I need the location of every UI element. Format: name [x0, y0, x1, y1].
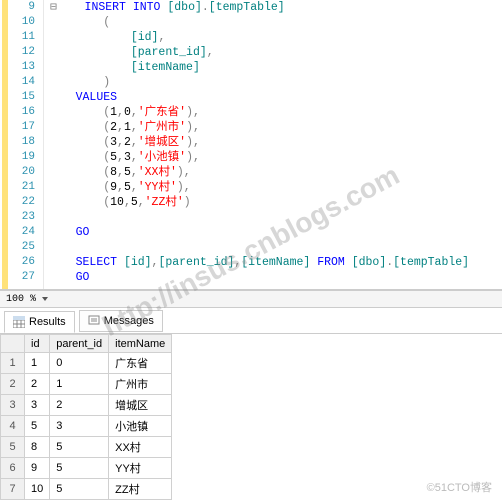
code-area[interactable]: ⊟ INSERT INTO [dbo].[tempTable] ( [id], …: [44, 0, 502, 289]
row-header[interactable]: 7: [1, 479, 25, 500]
zoom-value[interactable]: 100 %: [6, 294, 36, 305]
fold-icon[interactable]: ⊟: [50, 0, 57, 15]
table-row[interactable]: 221广州市: [1, 374, 172, 395]
row-header[interactable]: 3: [1, 395, 25, 416]
line-number-gutter: 9101112131415161718192021222324252627: [0, 0, 44, 289]
tab-results[interactable]: Results: [4, 311, 75, 333]
cell-itemname[interactable]: ZZ村: [109, 479, 172, 500]
code-line[interactable]: GO: [48, 225, 502, 240]
code-line[interactable]: ⊟ INSERT INTO [dbo].[tempTable]: [48, 0, 502, 15]
code-line[interactable]: (9,5,'YY村'),: [48, 180, 502, 195]
cell-id[interactable]: 2: [25, 374, 50, 395]
cell-itemname[interactable]: XX村: [109, 437, 172, 458]
code-line[interactable]: (3,2,'增城区'),: [48, 135, 502, 150]
cell-id[interactable]: 9: [25, 458, 50, 479]
row-header[interactable]: 6: [1, 458, 25, 479]
cell-parent-id[interactable]: 5: [50, 437, 109, 458]
code-line[interactable]: (2,1,'广州市'),: [48, 120, 502, 135]
table-row[interactable]: 695YY村: [1, 458, 172, 479]
tab-results-label: Results: [29, 316, 66, 328]
cell-id[interactable]: 3: [25, 395, 50, 416]
table-row[interactable]: 332增城区: [1, 395, 172, 416]
sql-editor[interactable]: 9101112131415161718192021222324252627 ⊟ …: [0, 0, 502, 290]
code-line[interactable]: (5,3,'小池镇'),: [48, 150, 502, 165]
tab-messages[interactable]: Messages: [79, 310, 163, 332]
cell-id[interactable]: 8: [25, 437, 50, 458]
code-line[interactable]: [itemName]: [48, 60, 502, 75]
cell-id[interactable]: 10: [25, 479, 50, 500]
table-row[interactable]: 585XX村: [1, 437, 172, 458]
code-line[interactable]: (8,5,'XX村'),: [48, 165, 502, 180]
cell-itemname[interactable]: YY村: [109, 458, 172, 479]
cell-parent-id[interactable]: 5: [50, 479, 109, 500]
cell-parent-id[interactable]: 5: [50, 458, 109, 479]
code-line[interactable]: [48, 240, 502, 255]
change-marker: [2, 0, 8, 289]
row-header[interactable]: 2: [1, 374, 25, 395]
chevron-down-icon[interactable]: [42, 297, 48, 301]
column-header[interactable]: id: [25, 335, 50, 353]
cell-id[interactable]: 1: [25, 353, 50, 374]
column-header[interactable]: itemName: [109, 335, 172, 353]
results-grid[interactable]: idparent_iditemName110广东省221广州市332增城区453…: [0, 334, 502, 500]
code-line[interactable]: VALUES: [48, 90, 502, 105]
cell-parent-id[interactable]: 0: [50, 353, 109, 374]
cell-parent-id[interactable]: 2: [50, 395, 109, 416]
zoom-bar: 100 %: [0, 290, 502, 308]
cell-parent-id[interactable]: 3: [50, 416, 109, 437]
code-line[interactable]: [parent_id],: [48, 45, 502, 60]
cell-itemname[interactable]: 广东省: [109, 353, 172, 374]
row-header[interactable]: 1: [1, 353, 25, 374]
table-row[interactable]: 7105ZZ村: [1, 479, 172, 500]
row-header[interactable]: 5: [1, 437, 25, 458]
column-header[interactable]: parent_id: [50, 335, 109, 353]
messages-icon: [88, 315, 100, 327]
result-tabs: Results Messages: [0, 308, 502, 334]
code-line[interactable]: SELECT [id],[parent_id],[itemName] FROM …: [48, 255, 502, 270]
table-row[interactable]: 110广东省: [1, 353, 172, 374]
code-line[interactable]: (1,0,'广东省'),: [48, 105, 502, 120]
row-header[interactable]: 4: [1, 416, 25, 437]
cell-itemname[interactable]: 小池镇: [109, 416, 172, 437]
code-line[interactable]: (10,5,'ZZ村'): [48, 195, 502, 210]
grid-corner[interactable]: [1, 335, 25, 353]
cell-id[interactable]: 5: [25, 416, 50, 437]
footer-attribution: ©51CTO博客: [427, 479, 492, 495]
table-row[interactable]: 453小池镇: [1, 416, 172, 437]
cell-parent-id[interactable]: 1: [50, 374, 109, 395]
tab-messages-label: Messages: [104, 315, 154, 327]
code-line[interactable]: GO: [48, 270, 502, 285]
cell-itemname[interactable]: 增城区: [109, 395, 172, 416]
code-line[interactable]: ): [48, 75, 502, 90]
cell-itemname[interactable]: 广州市: [109, 374, 172, 395]
code-line[interactable]: (: [48, 15, 502, 30]
code-line[interactable]: [id],: [48, 30, 502, 45]
code-line[interactable]: [48, 210, 502, 225]
grid-icon: [13, 316, 25, 328]
